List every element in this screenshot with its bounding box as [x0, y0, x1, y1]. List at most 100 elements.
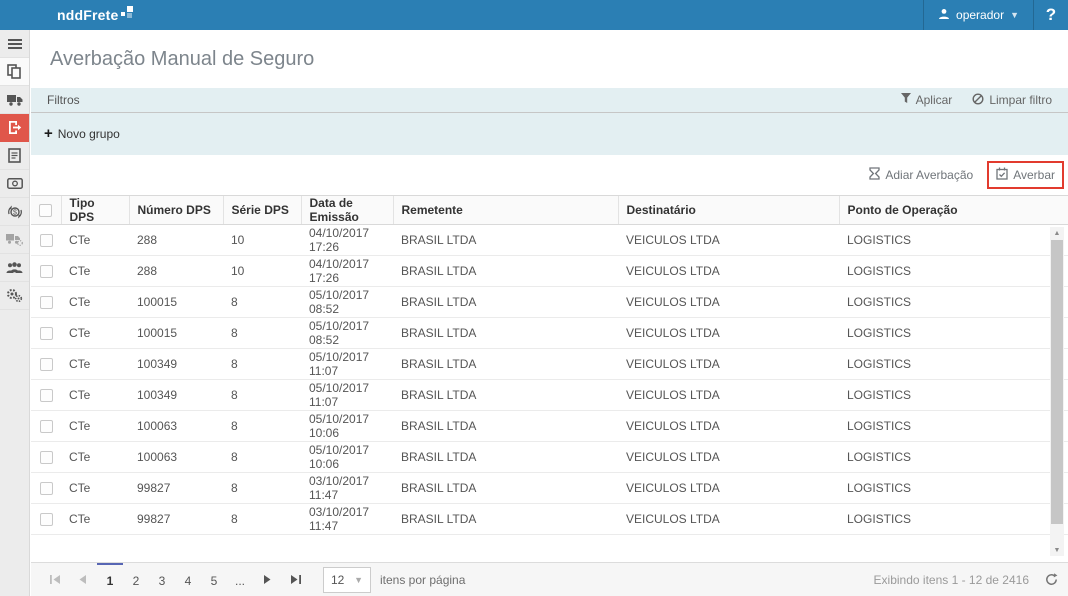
column-header-data-emissao[interactable]: Data de Emissão: [300, 195, 393, 225]
row-checkbox[interactable]: [39, 451, 53, 465]
page-4-button[interactable]: 4: [175, 563, 201, 596]
row-checkbox[interactable]: [39, 358, 53, 372]
page-ellipsis[interactable]: ...: [227, 563, 253, 596]
postpone-endorsement-button[interactable]: Adiar Averbação: [869, 167, 973, 183]
clear-filter-button[interactable]: Limpar filtro: [972, 92, 1052, 108]
sidebar-item-settings[interactable]: [0, 282, 29, 310]
cell-remetente: BRASIL LTDA: [393, 503, 618, 535]
column-header-tipo-dps[interactable]: Tipo DPS: [60, 195, 129, 225]
cell-ponto: LOGISTICS: [839, 441, 1068, 473]
scroll-down-icon[interactable]: ▼: [1050, 544, 1064, 556]
cell-tipo: CTe: [61, 503, 129, 535]
table-row: CTe 99827 8 03/10/2017 11:47 BRASIL LTDA VEIC…: [31, 503, 1068, 535]
sidebar-item-users[interactable]: [0, 254, 29, 282]
previous-page-button[interactable]: [69, 563, 97, 596]
svg-text:$: $: [13, 209, 17, 216]
table-row: CTe 99827 8 03/10/2017 11:47 BRASIL LTDA VEIC…: [31, 472, 1068, 504]
sidebar-item-transport[interactable]: [0, 86, 29, 114]
row-checkbox[interactable]: [39, 513, 53, 527]
select-all-checkbox[interactable]: [39, 204, 53, 218]
row-checkbox[interactable]: [39, 265, 53, 279]
cell-ponto: LOGISTICS: [839, 503, 1068, 535]
filters-header: Filtros Aplicar Limpar filtro: [31, 88, 1068, 113]
column-header-serie-dps[interactable]: Série DPS: [222, 195, 301, 225]
cell-destinatario: VEICULOS LTDA: [618, 441, 839, 473]
refresh-button[interactable]: [1045, 573, 1058, 586]
cell-serie: 8: [223, 286, 301, 318]
column-header-ponto-operacao[interactable]: Ponto de Operação: [838, 195, 1068, 225]
row-checkbox[interactable]: [39, 234, 53, 248]
cell-numero: 288: [129, 255, 223, 287]
chevron-down-icon: ▼: [1010, 10, 1019, 20]
postpone-endorsement-label: Adiar Averbação: [885, 168, 974, 182]
scrollbar-thumb[interactable]: [1051, 240, 1063, 524]
user-menu[interactable]: operador ▼: [923, 0, 1034, 30]
sidebar-item-averbacao[interactable]: [0, 114, 29, 142]
column-header-destinatario[interactable]: Destinatário: [617, 195, 839, 225]
logo-squares-icon: [120, 5, 133, 19]
dps-table: Tipo DPS Número DPS Série DPS Data de Em…: [31, 195, 1068, 535]
table-row: CTe 100349 8 05/10/2017 11:07 BRASIL LTDA VEI…: [31, 379, 1068, 411]
averbar-annotation-box: Averbar: [987, 161, 1064, 189]
slash-circle-icon: [972, 92, 984, 108]
pager-status: Exibindo itens 1 - 12 de 2416: [874, 573, 1058, 587]
chevron-down-icon: ▼: [354, 574, 363, 585]
help-label: ?: [1045, 5, 1057, 24]
cell-destinatario: VEICULOS LTDA: [618, 317, 839, 349]
column-header-numero-dps[interactable]: Número DPS: [128, 195, 223, 225]
cell-data: 05/10/2017 10:06: [301, 441, 393, 473]
cell-ponto: LOGISTICS: [839, 286, 1068, 318]
cell-serie: 10: [223, 224, 301, 256]
row-checkbox[interactable]: [39, 296, 53, 310]
column-header-remetente[interactable]: Remetente: [392, 195, 618, 225]
sidebar-item-dps[interactable]: [0, 142, 29, 170]
next-page-button[interactable]: [253, 563, 281, 596]
cell-serie: 8: [223, 472, 301, 504]
truck-icon: [6, 94, 23, 106]
row-checkbox[interactable]: [39, 327, 53, 341]
row-checkbox[interactable]: [39, 389, 53, 403]
table-scrollbar[interactable]: ▲ ▼: [1050, 227, 1064, 556]
cell-tipo: CTe: [61, 441, 129, 473]
cell-ponto: LOGISTICS: [839, 348, 1068, 380]
page-title: Averbação Manual de Seguro: [50, 47, 315, 70]
cell-data: 05/10/2017 10:06: [301, 410, 393, 442]
cell-data: 05/10/2017 11:07: [301, 379, 393, 411]
cell-remetente: BRASIL LTDA: [393, 379, 618, 411]
help-button[interactable]: ?: [1034, 0, 1068, 30]
page-2-button[interactable]: 2: [123, 563, 149, 596]
apply-filter-button[interactable]: Aplicar: [900, 93, 952, 108]
cell-numero: 288: [129, 224, 223, 256]
new-group-label: Novo grupo: [57, 127, 120, 141]
plus-icon: +: [44, 125, 53, 142]
cell-remetente: BRASIL LTDA: [393, 224, 618, 256]
page-numbers: 1 2 3 4 5...: [97, 562, 253, 596]
first-page-button[interactable]: [41, 563, 69, 596]
cell-data: 04/10/2017 17:26: [301, 224, 393, 256]
table-row: CTe 100015 8 05/10/2017 08:52 BRASIL LTDA VEI…: [31, 286, 1068, 318]
sidebar-item-documents[interactable]: [0, 58, 29, 86]
cell-remetente: BRASIL LTDA: [393, 441, 618, 473]
endorse-label: Averbar: [1013, 168, 1055, 182]
cell-remetente: BRASIL LTDA: [393, 286, 618, 318]
cell-remetente: BRASIL LTDA: [393, 317, 618, 349]
cell-data: 03/10/2017 11:47: [301, 472, 393, 504]
sidebar-item-payments[interactable]: [0, 170, 29, 198]
cell-ponto: LOGISTICS: [839, 224, 1068, 256]
last-page-button[interactable]: [281, 563, 309, 596]
page-size-select[interactable]: 12 ▼: [323, 566, 371, 593]
scroll-up-icon[interactable]: ▲: [1050, 227, 1064, 239]
page-5-button[interactable]: 5: [201, 563, 227, 596]
row-checkbox[interactable]: [39, 420, 53, 434]
sidebar-item-fleet[interactable]: [0, 226, 29, 254]
page-3-button[interactable]: 3: [149, 563, 175, 596]
row-checkbox[interactable]: [39, 482, 53, 496]
sidebar-item-exchange[interactable]: $: [0, 198, 29, 226]
sidebar-toggle[interactable]: [0, 30, 29, 58]
filters-actions: Aplicar Limpar filtro: [900, 92, 1052, 108]
cell-tipo: CTe: [61, 472, 129, 504]
page-1-button[interactable]: 1: [97, 562, 123, 596]
endorse-button[interactable]: Averbar: [996, 167, 1055, 183]
new-group-button[interactable]: + Novo grupo: [44, 125, 120, 142]
table-row: CTe 288 10 04/10/2017 17:26 BRASIL LTDA VEICU…: [31, 255, 1068, 287]
